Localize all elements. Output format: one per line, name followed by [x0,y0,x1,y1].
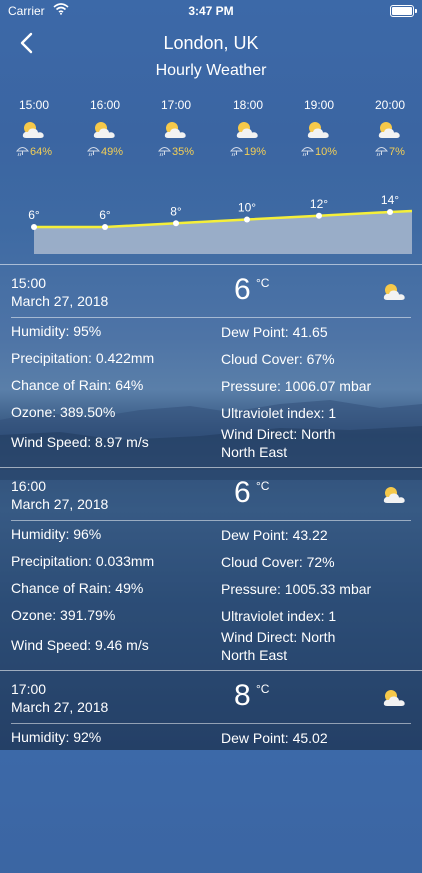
temperature-label: 12° [310,197,328,211]
ozone: Ozone: 389.50% [11,404,116,420]
wind-direction-line1: Wind Direct: North [221,629,336,645]
humidity: Humidity: 92% [11,729,102,745]
hour-column[interactable]: 15:00 64% [4,98,64,158]
hour-detail-card[interactable]: 17:00 March 27, 2018 8 °C Humidity: 92% … [0,671,422,873]
rain-chance: 35% [171,146,195,158]
hourly-strip: 15:00 64% 16:00 49% 17:00 35% 18:00 19% … [0,98,422,168]
wind-speed: Wind Speed: 9.46 m/s [11,637,149,653]
hour-column[interactable]: 17:00 35% [146,98,206,158]
temperature-area [34,211,412,254]
temperature-point [244,216,250,223]
temperature-label: 6° [99,208,111,222]
wind-direction-line1: Wind Direct: North [221,426,336,442]
uv-index: Ultraviolet index: 1 [221,405,337,421]
card-date: March 27, 2018 [11,699,109,715]
page-title: London, UK [163,33,259,53]
temperature-label: 10° [238,201,256,215]
card-time: 17:00 [11,681,47,697]
card-date: March 27, 2018 [11,496,109,512]
hour-time: 19:00 [303,98,335,112]
temperature-point [31,224,37,230]
partly-cloudy-icon [307,122,329,138]
rain-umbrella-icon [157,147,172,157]
card-temperature: 6 [234,476,251,509]
card-temperature: 8 [234,679,251,712]
rain-umbrella-icon [15,147,30,157]
card-temperature-unit: °C [256,682,270,696]
partly-cloudy-icon [93,122,115,138]
rain-chance: 10% [314,146,338,158]
hour-time: 18:00 [232,98,264,112]
partly-cloudy-icon [164,122,186,138]
divider [11,723,411,724]
card-temperature: 6 [234,273,251,306]
hour-time: 15:00 [18,98,50,112]
wind-speed: Wind Speed: 8.97 m/s [11,434,149,450]
ozone: Ozone: 391.79% [11,607,116,623]
temperature-point [173,220,179,227]
card-time: 16:00 [11,478,47,494]
hour-column[interactable]: 16:00 49% [75,98,135,158]
dew-point: Dew Point: 45.02 [221,730,328,746]
hour-column[interactable]: 18:00 19% [218,98,278,158]
card-time: 15:00 [11,275,47,291]
page-subtitle: Hourly Weather [155,62,267,79]
hour-time: 16:00 [89,98,121,112]
partly-cloudy-icon [383,690,405,706]
dew-point: Dew Point: 41.65 [221,324,328,340]
wind-direction: Wind Direct: North North East [221,628,335,664]
temperature-point [387,209,393,215]
hour-column[interactable]: 19:00 10% [289,98,349,158]
rain-chance: 19% [243,146,267,158]
wind-direction-line2: North East [221,444,288,460]
chance-of-rain: Chance of Rain: 49% [11,580,144,596]
partly-cloudy-icon [22,122,44,138]
card-date: March 27, 2018 [11,293,109,309]
cloud-cover: Cloud Cover: 67% [221,351,335,367]
partly-cloudy-icon [383,284,405,300]
precipitation: Precipitation: 0.033mm [11,553,155,569]
cloud-cover: Cloud Cover: 72% [221,554,335,570]
rain-umbrella-icon [300,147,315,157]
wind-direction-line2: North East [221,647,288,663]
dew-point: Dew Point: 43.22 [221,527,328,543]
hour-time: 20:00 [374,98,406,112]
temperature-point [102,224,108,230]
divider [11,317,411,318]
hour-detail-card[interactable]: 16:00 March 27, 2018 6 °C Humidity: 96% … [0,468,422,670]
rain-chance: 7% [389,146,405,158]
rain-umbrella-icon [375,147,389,157]
rain-chance: 49% [100,146,124,158]
temperature-chart: 6° 6° 8° 10° 12° 14° [28,193,413,254]
pressure: Pressure: 1006.07 mbar [221,378,372,394]
hourly-detail-list: 15:00 March 27, 2018 6 °C Humidity: 95% … [0,264,422,873]
pressure: Pressure: 1005.33 mbar [221,581,372,597]
hour-time: 17:00 [160,98,192,112]
rain-umbrella-icon [229,147,244,157]
wind-direction: Wind Direct: North North East [221,425,335,461]
uv-index: Ultraviolet index: 1 [221,608,337,624]
battery-icon [390,5,417,17]
humidity: Humidity: 96% [11,526,102,542]
partly-cloudy-icon [378,122,400,138]
temperature-point [316,212,322,219]
partly-cloudy-icon [383,487,405,503]
card-temperature-unit: °C [256,479,270,493]
status-time: 3:47 PM [188,4,234,18]
temperature-label: 14° [381,193,399,207]
humidity: Humidity: 95% [11,323,102,339]
precipitation: Precipitation: 0.422mm [11,350,155,366]
rain-umbrella-icon [86,147,101,157]
temperature-label: 6° [28,208,40,222]
temperature-label: 8° [170,204,182,218]
divider [11,520,411,521]
partly-cloudy-icon [236,122,258,138]
hour-column[interactable]: 20:00 7% [360,98,420,158]
status-bar: Carrier 3:47 PM [0,0,422,22]
hour-detail-card[interactable]: 15:00 March 27, 2018 6 °C Humidity: 95% … [0,265,422,467]
card-temperature-unit: °C [256,276,270,290]
rain-chance: 64% [29,146,53,158]
chance-of-rain: Chance of Rain: 64% [11,377,144,393]
